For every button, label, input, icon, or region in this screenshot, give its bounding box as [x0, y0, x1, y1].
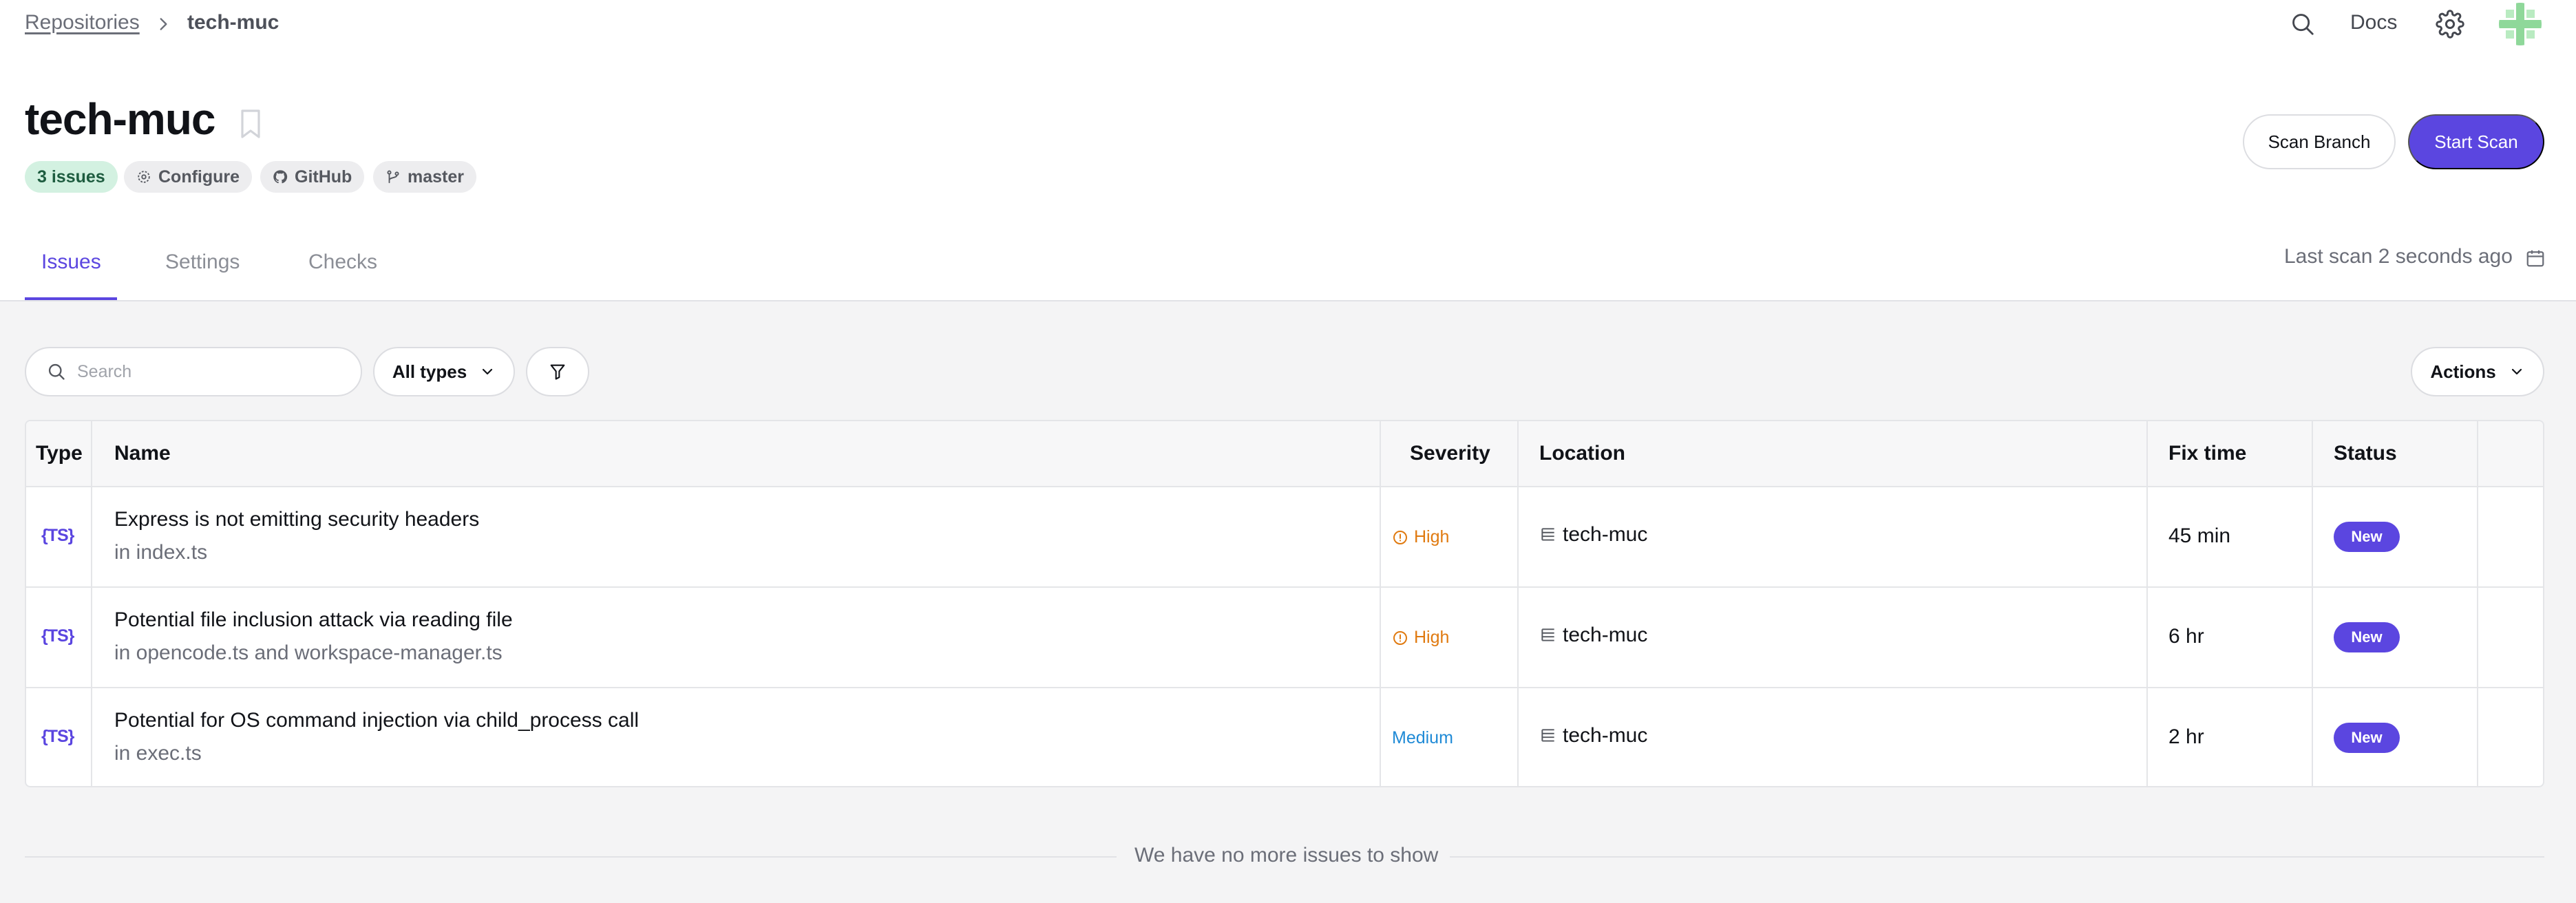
severity-label: Medium [1392, 728, 1453, 747]
app: Repositories tech-muc Docs tech-muc 3 is… [0, 0, 2576, 903]
issues-table: Type Name Severity Location Fix time Sta… [25, 420, 2544, 787]
table-row[interactable]: {TS} Potential for OS command injection … [26, 688, 2543, 786]
type-filter-dropdown[interactable]: All types [373, 347, 515, 396]
search-icon[interactable] [2290, 11, 2316, 37]
column-header-status[interactable]: Status [2334, 442, 2397, 465]
table-row[interactable]: {TS} Express is not emitting security he… [26, 487, 2543, 588]
location-label: tech-muc [1563, 624, 1648, 646]
last-scan-text: Last scan 2 seconds ago [2284, 245, 2513, 268]
github-chip[interactable]: GitHub [260, 161, 365, 193]
severity-indicator: Medium [1392, 728, 1453, 748]
avatar-pattern-icon [2499, 3, 2542, 45]
actions-dropdown[interactable]: Actions [2411, 347, 2544, 396]
breadcrumb-repositories-link[interactable]: Repositories [25, 11, 140, 34]
column-header-type[interactable]: Type [36, 442, 83, 465]
avatar[interactable] [2499, 3, 2542, 45]
status-badge[interactable]: New [2334, 522, 2400, 552]
branch-label: master [408, 167, 464, 187]
issues-count-label: 3 issues [37, 167, 105, 187]
location-cell: tech-muc [1539, 624, 1647, 647]
active-tab-indicator [25, 297, 117, 300]
gear-icon[interactable] [2436, 10, 2464, 39]
severity-label: High [1414, 628, 1450, 647]
fix-time: 6 hr [2168, 625, 2204, 648]
search-icon [48, 363, 65, 380]
tab-checks[interactable]: Checks [308, 251, 377, 274]
scan-branch-button[interactable]: Scan Branch [2243, 114, 2396, 169]
location-label: tech-muc [1563, 724, 1648, 747]
git-branch-icon [387, 170, 399, 184]
chevron-down-icon [2511, 368, 2522, 375]
end-of-list-message: We have no more issues to show [1134, 844, 1439, 867]
table-row[interactable]: {TS} Potential file inclusion attack via… [26, 588, 2543, 688]
issue-file: in exec.ts [114, 742, 202, 765]
issue-file: in opencode.ts and workspace-manager.ts [114, 641, 503, 664]
location-label: tech-muc [1563, 523, 1648, 546]
tab-settings[interactable]: Settings [165, 251, 240, 274]
column-header-fix-time[interactable]: Fix time [2168, 442, 2246, 465]
status-badge[interactable]: New [2334, 723, 2400, 753]
typescript-icon: {TS} [41, 727, 74, 746]
chevron-down-icon [483, 368, 493, 375]
repository-icon [1541, 628, 1554, 641]
column-header-name[interactable]: Name [114, 442, 171, 465]
column-header-severity[interactable]: Severity [1410, 442, 1490, 465]
typescript-icon: {TS} [41, 526, 74, 545]
location-cell: tech-muc [1539, 523, 1647, 546]
search-input[interactable] [77, 361, 339, 382]
issues-count-badge[interactable]: 3 issues [25, 161, 118, 193]
issue-name[interactable]: Express is not emitting security headers [114, 508, 479, 531]
header-panel [0, 0, 2576, 301]
divider [1450, 856, 2544, 858]
repository-icon [1541, 729, 1554, 742]
type-filter-label: All types [392, 361, 467, 382]
filter-button[interactable] [526, 347, 589, 396]
column-header-location[interactable]: Location [1539, 442, 1625, 465]
location-cell: tech-muc [1539, 724, 1647, 747]
github-label: GitHub [295, 167, 352, 187]
configure-chip[interactable]: Configure [124, 161, 253, 193]
issue-file: in index.ts [114, 541, 208, 564]
filter-funnel-icon [550, 364, 565, 380]
chevron-right-icon [160, 18, 167, 30]
search-field[interactable] [25, 347, 362, 396]
start-scan-button[interactable]: Start Scan [2408, 114, 2544, 169]
severity-indicator: High [1392, 527, 1449, 547]
alert-circle-icon [1393, 530, 1407, 544]
branch-chip[interactable]: master [373, 161, 476, 193]
calendar-icon[interactable] [2525, 248, 2546, 268]
severity-label: High [1414, 527, 1450, 546]
divider [25, 856, 1117, 858]
github-icon [273, 170, 288, 184]
status-badge[interactable]: New [2334, 622, 2400, 652]
bookmark-icon[interactable] [240, 109, 262, 139]
fix-time: 2 hr [2168, 725, 2204, 748]
repository-icon [1541, 528, 1554, 541]
issue-name[interactable]: Potential file inclusion attack via read… [114, 608, 513, 632]
issue-name[interactable]: Potential for OS command injection via c… [114, 709, 639, 732]
tab-issues[interactable]: Issues [41, 251, 101, 274]
severity-indicator: High [1392, 628, 1449, 648]
table-header: Type Name Severity Location Fix time Sta… [26, 421, 2543, 487]
breadcrumb-current: tech-muc [187, 11, 279, 34]
configure-label: Configure [158, 167, 240, 187]
alert-circle-icon [1393, 630, 1407, 645]
actions-label: Actions [2430, 361, 2496, 382]
fix-time: 45 min [2168, 524, 2231, 547]
page-title: tech-muc [25, 94, 215, 144]
gear-icon [138, 171, 150, 183]
docs-link[interactable]: Docs [2350, 11, 2397, 34]
typescript-icon: {TS} [41, 626, 74, 646]
